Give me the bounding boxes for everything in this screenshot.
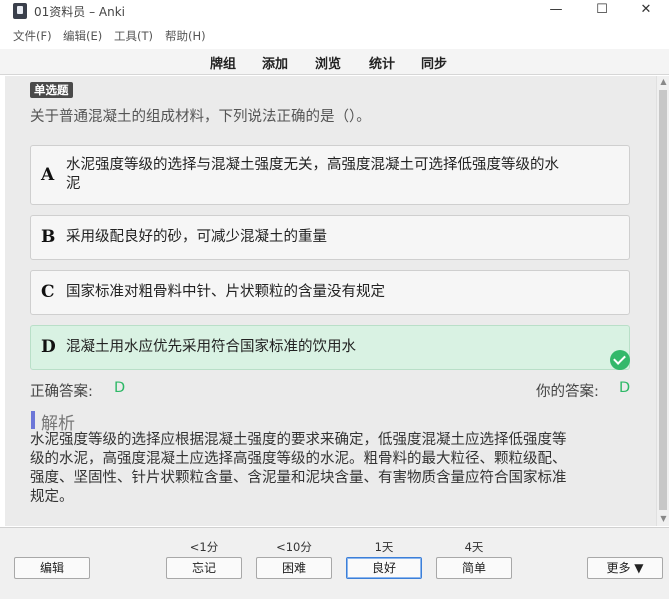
explanation-accent-bar (31, 411, 35, 429)
option-text: 混凝土用水应优先采用符合国家标准的饮用水 (66, 339, 356, 355)
option-text: 国家标准对粗骨料中针、片状颗粒的含量没有规定 (66, 284, 385, 300)
option-letter: C (41, 282, 55, 302)
window-title: 01资料员 – Anki (34, 5, 125, 19)
edit-button[interactable]: 编辑 (14, 557, 90, 579)
maximize-button[interactable]: ☐ (579, 0, 625, 22)
hard-button[interactable]: 困难 (256, 557, 332, 579)
good-button[interactable]: 良好 (346, 557, 422, 579)
option-letter: D (41, 337, 56, 357)
interval-good: 1天 (374, 540, 394, 554)
minimize-button[interactable]: — (533, 0, 579, 22)
menu-file[interactable]: 文件(F) (13, 28, 52, 44)
scrollbar-thumb[interactable] (659, 90, 667, 510)
check-icon (610, 350, 630, 370)
menu-tools[interactable]: 工具(T) (114, 28, 153, 44)
question-text: 关于普通混凝土的组成材料，下列说法正确的是（）。 (30, 109, 371, 125)
your-answer-label: 你的答案: (536, 384, 599, 400)
interval-easy: 4天 (464, 540, 484, 554)
answer-bar (0, 527, 669, 599)
menu-help[interactable]: 帮助(H) (165, 28, 206, 44)
explanation-text: 水泥强度等级的选择应根据混凝土强度的要求来确定，低强度混凝土应选择低强度等 级的… (30, 432, 567, 505)
correct-answer-value: D (114, 380, 126, 396)
option-c[interactable]: C 国家标准对粗骨料中针、片状颗粒的含量没有规定 (30, 270, 630, 315)
option-letter: B (41, 227, 56, 247)
easy-button[interactable]: 简单 (436, 557, 512, 579)
option-d[interactable]: D 混凝土用水应优先采用符合国家标准的饮用水 (30, 325, 630, 370)
card-scrollbar[interactable]: ▲ ▼ (656, 76, 669, 526)
option-text: 水泥强度等级的选择与混凝土强度无关，高强度混凝土可选择低强度等级的水泥 (66, 157, 559, 192)
your-answer-value: D (619, 380, 631, 396)
option-a[interactable]: A 水泥强度等级的选择与混凝土强度无关，高强度混凝土可选择低强度等级的水泥 (30, 145, 630, 205)
anki-app-icon (13, 3, 27, 19)
option-b[interactable]: B 采用级配良好的砂，可减少混凝土的重量 (30, 215, 630, 260)
again-button[interactable]: 忘记 (166, 557, 242, 579)
scroll-up-arrow-icon[interactable]: ▲ (659, 77, 668, 86)
toolbar-add-link[interactable]: 添加 (262, 53, 288, 72)
correct-answer-label: 正确答案: (30, 384, 93, 400)
option-text: 采用级配良好的砂，可减少混凝土的重量 (66, 229, 327, 245)
more-button[interactable]: 更多 ▼ (587, 557, 663, 579)
question-type-badge: 单选题 (30, 82, 73, 98)
close-button[interactable]: ✕ (623, 0, 669, 22)
scroll-down-arrow-icon[interactable]: ▼ (659, 514, 668, 523)
toolbar-stats-link[interactable]: 统计 (369, 53, 395, 72)
option-letter: A (41, 165, 55, 185)
interval-again: <1分 (189, 540, 219, 554)
main-toolbar: 牌组 添加 浏览 统计 同步 (0, 49, 669, 75)
toolbar-sync-link[interactable]: 同步 (421, 53, 447, 72)
title-bar: 01资料员 – Anki — ☐ ✕ (0, 0, 669, 22)
interval-hard: <10分 (276, 540, 312, 554)
menu-bar: 文件(F) 编辑(E) 工具(T) 帮助(H) (0, 26, 669, 46)
toolbar-decks-link[interactable]: 牌组 (210, 53, 236, 72)
menu-edit[interactable]: 编辑(E) (63, 28, 102, 44)
toolbar-browse-link[interactable]: 浏览 (315, 53, 341, 72)
